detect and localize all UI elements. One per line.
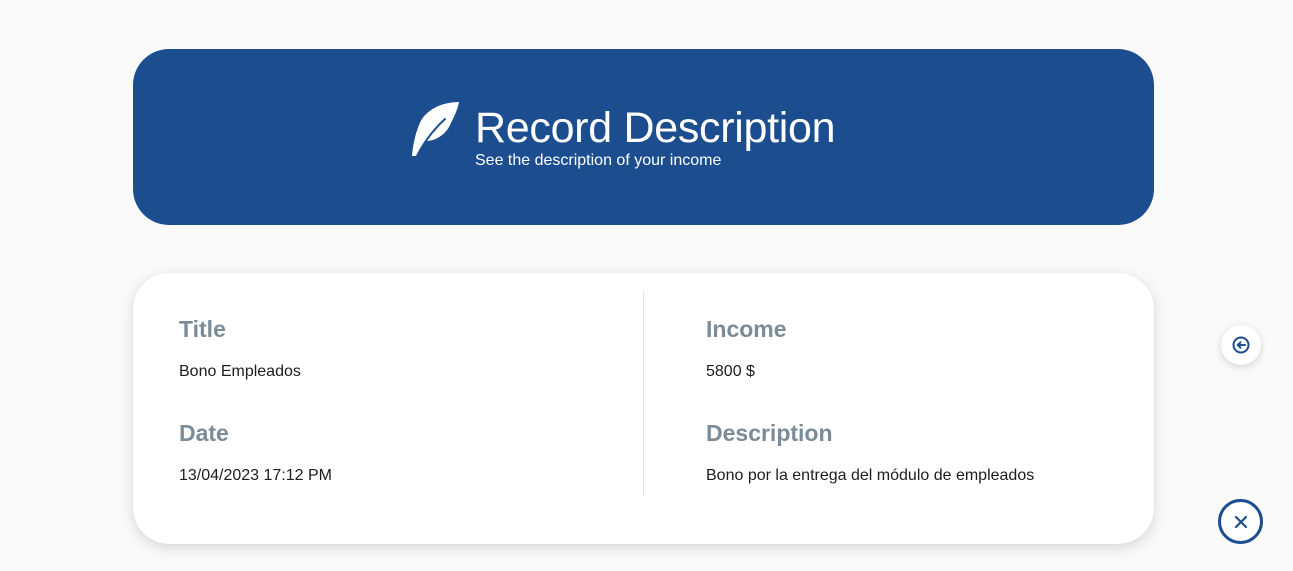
header-banner: Record Description See the description o… (133, 49, 1154, 225)
date-value: 13/04/2023 17:12 PM (179, 467, 333, 484)
title-label: Title (179, 316, 226, 342)
income-label: Income (706, 316, 787, 342)
income-value: 5800 $ (706, 363, 755, 380)
title-value: Bono Empleados (179, 363, 301, 380)
page-title: Record Description (475, 104, 836, 152)
description-label: Description (706, 420, 833, 446)
record-card: Title Bono Empleados Date 13/04/2023 17:… (133, 273, 1154, 544)
date-label: Date (179, 420, 229, 446)
close-button[interactable] (1218, 499, 1263, 544)
column-divider (643, 291, 644, 496)
circle-arrow-left-icon (1232, 336, 1250, 354)
page-subtitle: See the description of your income (475, 152, 722, 169)
feather-icon (412, 102, 459, 157)
description-value: Bono por la entrega del módulo de emplea… (706, 467, 1035, 484)
close-icon (1234, 515, 1247, 528)
back-button[interactable] (1221, 325, 1261, 365)
